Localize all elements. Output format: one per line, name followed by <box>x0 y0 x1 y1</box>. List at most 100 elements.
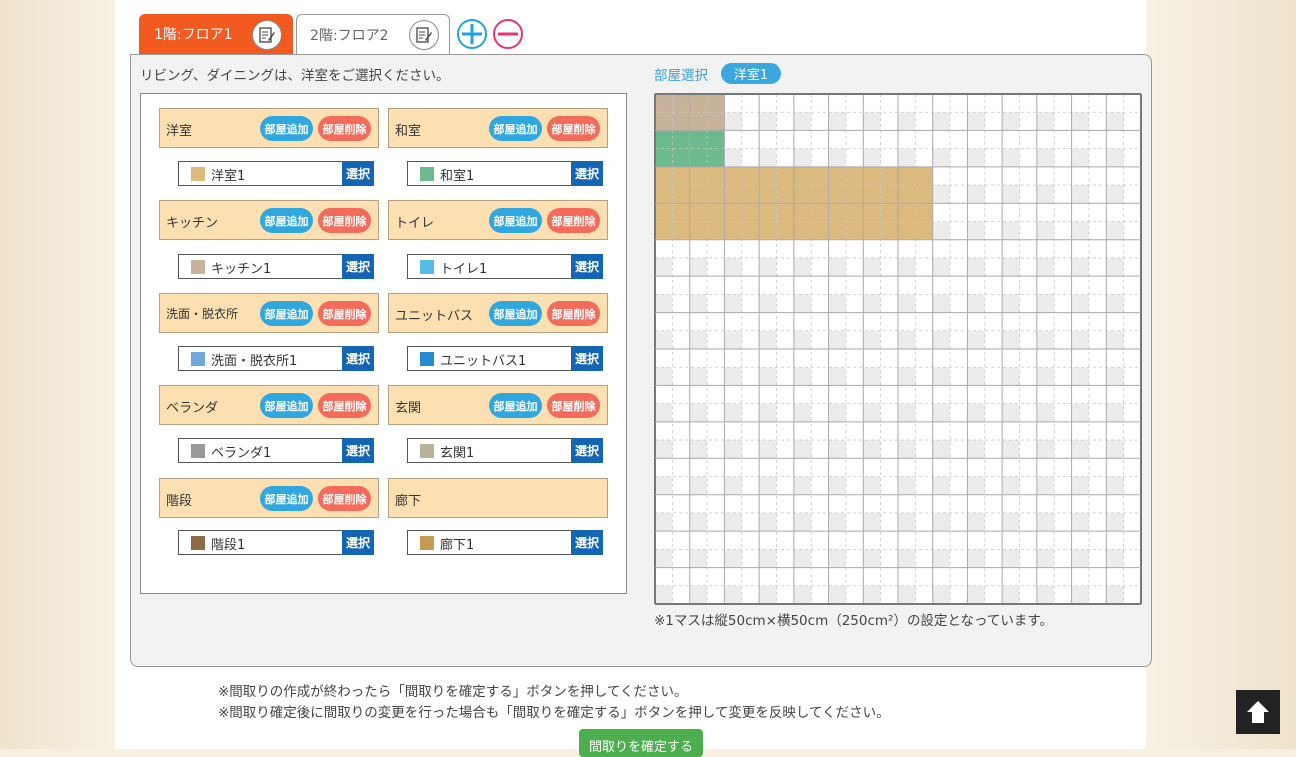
grid-subcell <box>828 440 846 459</box>
grid-subcell <box>967 476 985 495</box>
room-label: 玄関1 <box>440 446 475 461</box>
add-room-button[interactable]: 部屋追加 <box>260 393 313 418</box>
remove-floor-button[interactable] <box>493 19 523 49</box>
delete-room-button[interactable]: 部屋削除 <box>318 208 371 233</box>
room-toilet-1[interactable]: トイレ1 選択 <box>407 254 603 279</box>
room-japanese-1[interactable]: 和室1 選択 <box>407 161 603 186</box>
room-color-swatch <box>420 536 434 550</box>
room-kitchen-1[interactable]: キッチン1 選択 <box>178 254 374 279</box>
select-room-button[interactable]: 選択 <box>571 438 603 463</box>
grid-subcell <box>967 512 985 532</box>
delete-room-button[interactable]: 部屋削除 <box>318 486 371 511</box>
grid-subcell <box>1036 585 1055 604</box>
grid-subcell <box>793 440 812 459</box>
grid-subcell <box>724 148 742 167</box>
grid-subcell <box>898 549 916 568</box>
add-room-button[interactable]: 部屋追加 <box>489 393 542 418</box>
select-room-button[interactable]: 選択 <box>571 346 603 371</box>
scroll-to-top-button[interactable] <box>1236 690 1280 734</box>
select-room-button[interactable]: 選択 <box>571 254 603 279</box>
select-room-button[interactable]: 選択 <box>342 161 374 186</box>
grid-subcell <box>724 403 742 422</box>
grid-subcell <box>1071 549 1089 568</box>
room-veranda-1[interactable]: ベランダ1 選択 <box>178 438 374 463</box>
add-room-button[interactable]: 部屋追加 <box>260 116 313 141</box>
room-label: 洗面・脱衣所1 <box>211 354 298 369</box>
add-room-button[interactable]: 部屋追加 <box>489 301 542 326</box>
grid-subcell <box>655 585 673 604</box>
grid-subcell <box>655 512 673 532</box>
add-floor-button[interactable] <box>457 19 487 49</box>
grid-subcell <box>1071 257 1089 277</box>
grid-subcell <box>1036 440 1055 459</box>
grid-subcell <box>793 512 812 532</box>
grid-subcell <box>932 585 951 604</box>
grid-subcell <box>898 512 916 532</box>
add-room-button[interactable]: 部屋追加 <box>260 301 313 326</box>
grid-subcell <box>932 221 951 240</box>
room-entrance-1[interactable]: 玄関1 選択 <box>407 438 603 463</box>
room-unit-bath-1[interactable]: ユニットバス1 選択 <box>407 346 603 371</box>
grid-subcell <box>1071 112 1089 131</box>
category-label: トイレ <box>395 216 435 231</box>
select-room-button[interactable]: 選択 <box>342 438 374 463</box>
grid-subcell <box>759 549 777 568</box>
grid-subcell <box>828 148 846 167</box>
delete-room-button[interactable]: 部屋削除 <box>547 393 600 418</box>
grid-subcell <box>863 367 881 386</box>
grid-subcell <box>793 148 812 167</box>
select-room-button[interactable]: 選択 <box>571 530 603 555</box>
grid-subcell <box>1071 330 1089 349</box>
delete-room-button[interactable]: 部屋削除 <box>318 301 371 326</box>
floor-plan-grid[interactable] <box>654 93 1142 605</box>
grid-subcell <box>759 585 777 604</box>
edit-icon[interactable] <box>409 20 439 50</box>
grid-subcell <box>1036 512 1055 532</box>
category-japanese-room: 和室 部屋追加 部屋削除 <box>388 108 608 148</box>
edit-icon[interactable] <box>252 20 282 50</box>
grid-subcell <box>1106 112 1124 131</box>
grid-subcell <box>1071 476 1089 495</box>
grid-subcell <box>724 257 742 277</box>
grid-subcell <box>863 148 881 167</box>
grid-subcell <box>898 294 916 313</box>
grid-subcell <box>932 257 951 277</box>
confirm-layout-button[interactable]: 間取りを確定する <box>579 729 703 757</box>
grid-subcell <box>724 549 742 568</box>
room-stairs-1[interactable]: 階段1 選択 <box>178 530 374 555</box>
room-list-panel: 洋室 部屋追加 部屋削除 和室 部屋追加 部屋削除 洋室1 選択 和室1 選択 … <box>140 93 627 594</box>
delete-room-button[interactable]: 部屋削除 <box>547 208 600 233</box>
room-western-1[interactable]: 洋室1 選択 <box>178 161 374 186</box>
select-room-button[interactable]: 選択 <box>342 530 374 555</box>
select-room-button[interactable]: 選択 <box>571 161 603 186</box>
room-label: トイレ1 <box>440 262 488 277</box>
add-room-button[interactable]: 部屋追加 <box>260 486 313 511</box>
grid-subcell <box>759 403 777 422</box>
grid-subcell <box>932 367 951 386</box>
delete-room-button[interactable]: 部屋削除 <box>318 116 371 141</box>
grid-subcell <box>1071 585 1089 604</box>
grid-subcell <box>1002 403 1020 422</box>
delete-room-button[interactable]: 部屋削除 <box>547 116 600 141</box>
select-room-button[interactable]: 選択 <box>342 254 374 279</box>
tab-floor-2-label: 2階:フロア2 <box>310 27 389 44</box>
grid-subcell <box>1002 257 1020 277</box>
tab-floor-1[interactable]: 1階:フロア1 <box>139 14 293 54</box>
grid-subcell <box>1071 512 1089 532</box>
delete-room-button[interactable]: 部屋削除 <box>318 393 371 418</box>
add-room-button[interactable]: 部屋追加 <box>260 208 313 233</box>
add-room-button[interactable]: 部屋追加 <box>489 208 542 233</box>
room-color-swatch <box>420 260 434 274</box>
select-room-button[interactable]: 選択 <box>342 346 374 371</box>
grid-subcell <box>898 148 916 167</box>
delete-room-button[interactable]: 部屋削除 <box>547 301 600 326</box>
grid-subcell <box>863 294 881 313</box>
room-washroom-1[interactable]: 洗面・脱衣所1 選択 <box>178 346 374 371</box>
grid-subcell <box>1036 294 1055 313</box>
category-label: キッチン <box>166 216 219 231</box>
tab-floor-2[interactable]: 2階:フロア2 <box>296 14 450 54</box>
room-hallway-1[interactable]: 廊下1 選択 <box>407 530 603 555</box>
bottom-note-1: ※間取りの作成が終わったら「間取りを確定する」ボタンを押してください。 <box>218 684 688 700</box>
grid-subcell <box>759 294 777 313</box>
add-room-button[interactable]: 部屋追加 <box>489 116 542 141</box>
